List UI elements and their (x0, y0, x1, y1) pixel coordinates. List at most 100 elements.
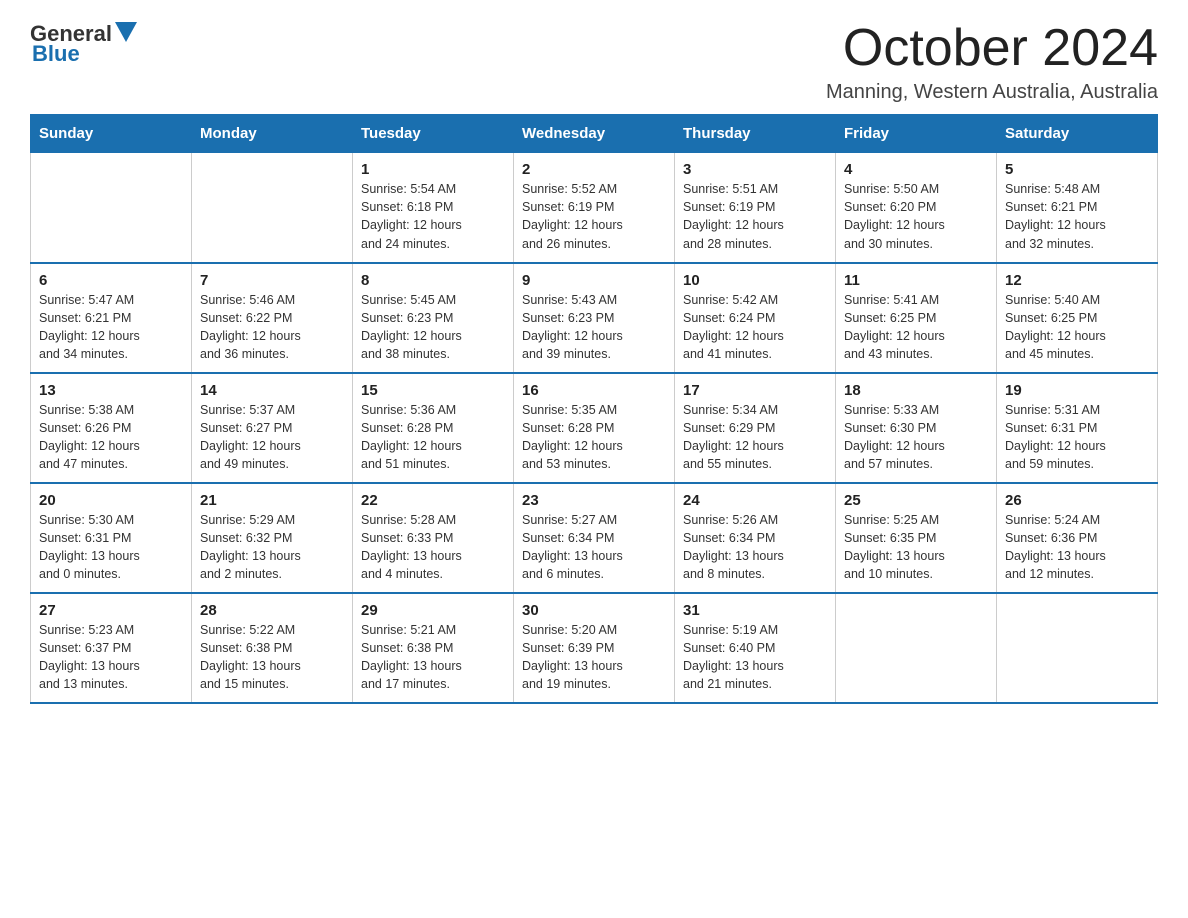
calendar-day-cell: 3Sunrise: 5:51 AM Sunset: 6:19 PM Daylig… (675, 153, 836, 263)
day-info: Sunrise: 5:42 AM Sunset: 6:24 PM Dayligh… (683, 291, 827, 364)
title-block: October 2024 Manning, Western Australia,… (826, 20, 1158, 104)
day-number: 14 (200, 382, 344, 399)
calendar-day-cell: 22Sunrise: 5:28 AM Sunset: 6:33 PM Dayli… (353, 483, 514, 593)
logo: General Blue (30, 20, 137, 67)
day-number: 7 (200, 272, 344, 289)
day-info: Sunrise: 5:35 AM Sunset: 6:28 PM Dayligh… (522, 401, 666, 474)
calendar-day-cell: 21Sunrise: 5:29 AM Sunset: 6:32 PM Dayli… (192, 483, 353, 593)
day-number: 22 (361, 492, 505, 509)
day-info: Sunrise: 5:29 AM Sunset: 6:32 PM Dayligh… (200, 511, 344, 584)
calendar-week-row: 13 Sunrise: 5:38 AM Sunset: 6:26 PM Dayli… (31, 373, 1158, 483)
day-number: 9 (522, 272, 666, 289)
calendar-day-cell: 11 Sunrise: 5:41 AM Sunset: 6:25 PM Dayli… (836, 263, 997, 373)
calendar-day-cell: 30 Sunrise: 5:20 AM Sunset: 6:39 PM Dayli… (514, 593, 675, 703)
day-info: Sunrise: 5:47 AM Sunset: 6:21 PM Dayligh… (39, 291, 183, 364)
day-info: Sunrise: 5:25 AM Sunset: 6:35 PM Dayligh… (844, 511, 988, 584)
calendar-week-row: 6 Sunrise: 5:47 AM Sunset: 6:21 PM Daylig… (31, 263, 1158, 373)
day-number: 4 (844, 161, 988, 178)
day-number: 18 (844, 382, 988, 399)
day-number: 6 (39, 272, 183, 289)
calendar-day-cell: 28Sunrise: 5:22 AM Sunset: 6:38 PM Dayli… (192, 593, 353, 703)
calendar-day-cell: 26 Sunrise: 5:24 AM Sunset: 6:36 PM Dayli… (997, 483, 1158, 593)
day-number: 17 (683, 382, 827, 399)
calendar-day-cell: 23 Sunrise: 5:27 AM Sunset: 6:34 PM Dayli… (514, 483, 675, 593)
day-number: 27 (39, 602, 183, 619)
day-of-week-header: Sunday (31, 115, 192, 153)
day-info: Sunrise: 5:20 AM Sunset: 6:39 PM Dayligh… (522, 621, 666, 694)
calendar-day-cell: 6 Sunrise: 5:47 AM Sunset: 6:21 PM Daylig… (31, 263, 192, 373)
day-info: Sunrise: 5:38 AM Sunset: 6:26 PM Dayligh… (39, 401, 183, 474)
day-info: Sunrise: 5:34 AM Sunset: 6:29 PM Dayligh… (683, 401, 827, 474)
calendar-day-cell: 27 Sunrise: 5:23 AM Sunset: 6:37 PM Dayli… (31, 593, 192, 703)
day-info: Sunrise: 5:19 AM Sunset: 6:40 PM Dayligh… (683, 621, 827, 694)
calendar-day-cell: 8 Sunrise: 5:45 AM Sunset: 6:23 PM Daylig… (353, 263, 514, 373)
calendar-day-cell: 10Sunrise: 5:42 AM Sunset: 6:24 PM Dayli… (675, 263, 836, 373)
calendar-day-cell: 18 Sunrise: 5:33 AM Sunset: 6:30 PM Dayli… (836, 373, 997, 483)
calendar-day-cell: 19 Sunrise: 5:31 AM Sunset: 6:31 PM Dayli… (997, 373, 1158, 483)
day-info: Sunrise: 5:21 AM Sunset: 6:38 PM Dayligh… (361, 621, 505, 694)
calendar-day-cell (836, 593, 997, 703)
day-number: 8 (361, 272, 505, 289)
logo-triangle-icon (115, 22, 137, 42)
day-info: Sunrise: 5:33 AM Sunset: 6:30 PM Dayligh… (844, 401, 988, 474)
day-info: Sunrise: 5:40 AM Sunset: 6:25 PM Dayligh… (1005, 291, 1149, 364)
month-title: October 2024 (826, 20, 1158, 77)
calendar-day-cell (192, 153, 353, 263)
day-number: 24 (683, 492, 827, 509)
day-info: Sunrise: 5:30 AM Sunset: 6:31 PM Dayligh… (39, 511, 183, 584)
calendar-day-cell: 2 Sunrise: 5:52 AM Sunset: 6:19 PM Daylig… (514, 153, 675, 263)
day-number: 29 (361, 602, 505, 619)
day-info: Sunrise: 5:48 AM Sunset: 6:21 PM Dayligh… (1005, 180, 1149, 253)
calendar-day-cell: 17 Sunrise: 5:34 AM Sunset: 6:29 PM Dayli… (675, 373, 836, 483)
calendar-day-cell: 29 Sunrise: 5:21 AM Sunset: 6:38 PM Dayli… (353, 593, 514, 703)
day-info: Sunrise: 5:50 AM Sunset: 6:20 PM Dayligh… (844, 180, 988, 253)
day-number: 11 (844, 272, 988, 289)
calendar-week-row: 1 Sunrise: 5:54 AM Sunset: 6:18 PM Daylig… (31, 153, 1158, 263)
day-number: 23 (522, 492, 666, 509)
calendar-day-cell: 16 Sunrise: 5:35 AM Sunset: 6:28 PM Dayli… (514, 373, 675, 483)
day-of-week-header: Wednesday (514, 115, 675, 153)
day-info: Sunrise: 5:24 AM Sunset: 6:36 PM Dayligh… (1005, 511, 1149, 584)
day-of-week-header: Friday (836, 115, 997, 153)
day-number: 16 (522, 382, 666, 399)
day-number: 19 (1005, 382, 1149, 399)
calendar-week-row: 27 Sunrise: 5:23 AM Sunset: 6:37 PM Dayli… (31, 593, 1158, 703)
calendar-table: SundayMondayTuesdayWednesdayThursdayFrid… (30, 114, 1158, 704)
day-info: Sunrise: 5:52 AM Sunset: 6:19 PM Dayligh… (522, 180, 666, 253)
day-number: 20 (39, 492, 183, 509)
day-info: Sunrise: 5:51 AM Sunset: 6:19 PM Dayligh… (683, 180, 827, 253)
day-number: 31 (683, 602, 827, 619)
day-number: 26 (1005, 492, 1149, 509)
calendar-day-cell: 14Sunrise: 5:37 AM Sunset: 6:27 PM Dayli… (192, 373, 353, 483)
day-info: Sunrise: 5:31 AM Sunset: 6:31 PM Dayligh… (1005, 401, 1149, 474)
calendar-day-cell (31, 153, 192, 263)
calendar-day-cell: 31 Sunrise: 5:19 AM Sunset: 6:40 PM Dayli… (675, 593, 836, 703)
calendar-day-cell: 13 Sunrise: 5:38 AM Sunset: 6:26 PM Dayli… (31, 373, 192, 483)
day-number: 15 (361, 382, 505, 399)
location-title: Manning, Western Australia, Australia (826, 81, 1158, 104)
logo-blue: Blue (32, 41, 80, 67)
day-number: 13 (39, 382, 183, 399)
day-info: Sunrise: 5:23 AM Sunset: 6:37 PM Dayligh… (39, 621, 183, 694)
calendar-day-cell: 20 Sunrise: 5:30 AM Sunset: 6:31 PM Dayli… (31, 483, 192, 593)
calendar-day-cell: 5 Sunrise: 5:48 AM Sunset: 6:21 PM Daylig… (997, 153, 1158, 263)
calendar-day-cell: 12Sunrise: 5:40 AM Sunset: 6:25 PM Dayli… (997, 263, 1158, 373)
day-number: 5 (1005, 161, 1149, 178)
calendar-day-cell: 9 Sunrise: 5:43 AM Sunset: 6:23 PM Daylig… (514, 263, 675, 373)
day-number: 1 (361, 161, 505, 178)
day-info: Sunrise: 5:41 AM Sunset: 6:25 PM Dayligh… (844, 291, 988, 364)
calendar-day-cell: 24 Sunrise: 5:26 AM Sunset: 6:34 PM Dayli… (675, 483, 836, 593)
page-header: General Blue October 2024 Manning, Weste… (30, 20, 1158, 104)
day-info: Sunrise: 5:26 AM Sunset: 6:34 PM Dayligh… (683, 511, 827, 584)
day-info: Sunrise: 5:43 AM Sunset: 6:23 PM Dayligh… (522, 291, 666, 364)
calendar-week-row: 20 Sunrise: 5:30 AM Sunset: 6:31 PM Dayli… (31, 483, 1158, 593)
day-number: 2 (522, 161, 666, 178)
day-info: Sunrise: 5:45 AM Sunset: 6:23 PM Dayligh… (361, 291, 505, 364)
day-number: 30 (522, 602, 666, 619)
day-info: Sunrise: 5:27 AM Sunset: 6:34 PM Dayligh… (522, 511, 666, 584)
day-info: Sunrise: 5:54 AM Sunset: 6:18 PM Dayligh… (361, 180, 505, 253)
day-number: 28 (200, 602, 344, 619)
calendar-day-cell (997, 593, 1158, 703)
calendar-day-cell: 4 Sunrise: 5:50 AM Sunset: 6:20 PM Daylig… (836, 153, 997, 263)
calendar-day-cell: 7Sunrise: 5:46 AM Sunset: 6:22 PM Daylig… (192, 263, 353, 373)
